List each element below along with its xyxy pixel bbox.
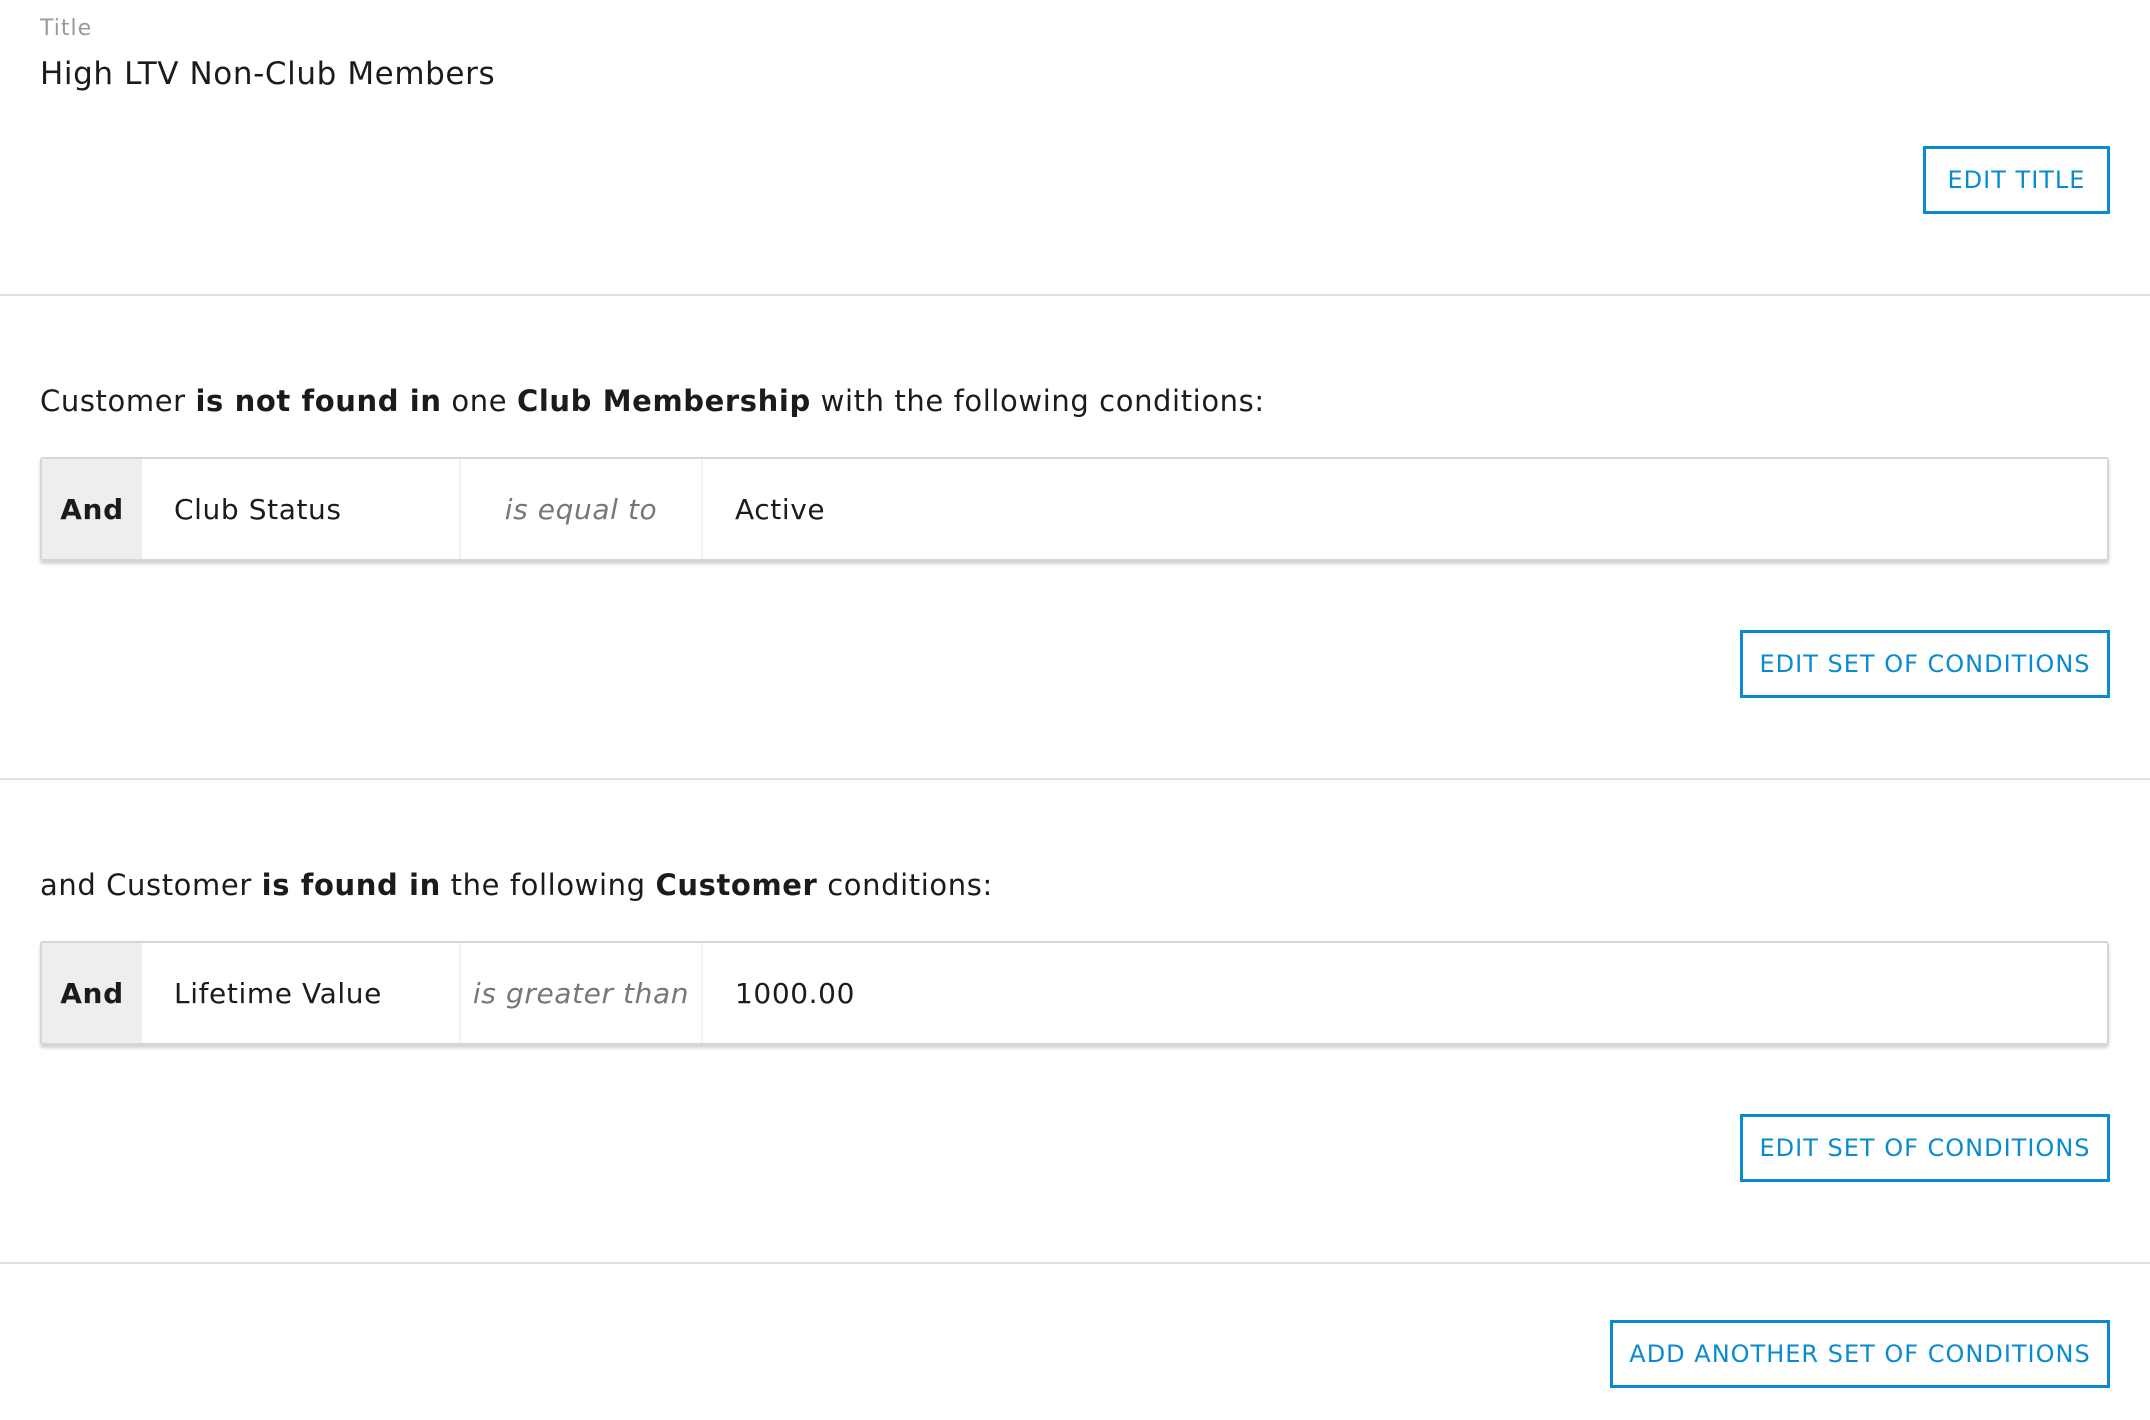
edit-set-of-conditions-button[interactable]: EDIT SET OF CONDITIONS	[1740, 1114, 2110, 1182]
condition-set-description: and Customer is found in the following C…	[40, 868, 993, 902]
condition-set-description: Customer is not found in one Club Member…	[40, 384, 1265, 418]
section-divider	[0, 1262, 2150, 1264]
condition-value: Active	[735, 492, 826, 526]
edit-set-of-conditions-button[interactable]: EDIT SET OF CONDITIONS	[1740, 630, 2110, 698]
condition-conjunction: And	[42, 459, 142, 559]
sentence-entity: Customer	[655, 868, 818, 902]
condition-field: Lifetime Value	[142, 943, 461, 1043]
segment-title: High LTV Non-Club Members	[40, 56, 496, 92]
condition-row: And Club Status is equal to Active	[40, 457, 2109, 561]
add-another-set-of-conditions-button[interactable]: ADD ANOTHER SET OF CONDITIONS	[1610, 1320, 2110, 1388]
sentence-prefix: Customer	[40, 384, 196, 418]
condition-operator: is equal to	[461, 459, 703, 559]
edit-title-button[interactable]: EDIT TITLE	[1923, 146, 2110, 214]
sentence-mid: the following	[440, 868, 656, 902]
section-divider	[0, 294, 2150, 296]
title-label: Title	[40, 16, 93, 41]
condition-row: And Lifetime Value is greater than 1000.…	[40, 941, 2109, 1045]
sentence-suffix: conditions:	[817, 868, 993, 902]
condition-operator: is greater than	[461, 943, 703, 1043]
sentence-entity: Club Membership	[517, 384, 811, 418]
sentence-suffix: with the following conditions:	[810, 384, 1265, 418]
sentence-operator: is not found in	[195, 384, 442, 418]
sentence-prefix: and Customer	[40, 868, 262, 902]
condition-conjunction: And	[42, 943, 142, 1043]
condition-value: 1000.00	[735, 976, 855, 1010]
section-divider	[0, 778, 2150, 780]
sentence-mid: one	[441, 384, 517, 418]
sentence-operator: is found in	[261, 868, 441, 902]
condition-field: Club Status	[142, 459, 461, 559]
